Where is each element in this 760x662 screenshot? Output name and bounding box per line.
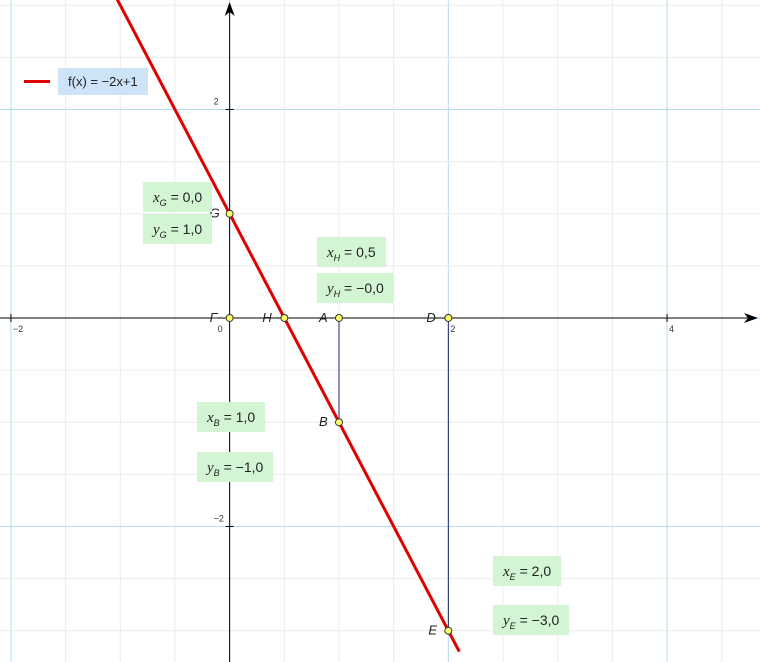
point-G[interactable]	[225, 209, 234, 218]
point-D[interactable]	[444, 313, 453, 322]
x-tick-label: 2	[450, 324, 455, 334]
legend-label[interactable]: f(x) = −2x+1	[58, 67, 148, 95]
point-label-E: E	[428, 623, 437, 638]
point-label-F: F	[210, 310, 219, 325]
legend-line-swatch	[24, 79, 50, 83]
x-tick-label: −2	[13, 324, 23, 334]
legend: f(x) = −2x+1	[24, 67, 148, 95]
x-tick-label: 4	[669, 324, 674, 334]
point-label-D: D	[426, 310, 435, 325]
point-label-B: B	[319, 414, 328, 429]
y-tick-label: 2	[214, 96, 219, 106]
annotation-xE[interactable]: xE = 2,0	[493, 556, 562, 586]
point-A[interactable]	[334, 313, 343, 322]
point-label-H: H	[262, 310, 272, 325]
point-H[interactable]	[280, 313, 289, 322]
annotation-xB[interactable]: xB = 1,0	[197, 402, 266, 432]
point-F[interactable]	[225, 313, 234, 322]
annotation-xH[interactable]: xH = 0,5	[317, 237, 386, 267]
annotation-yB[interactable]: yB = −1,0	[197, 452, 274, 482]
annotation-yH[interactable]: yH = −0,0	[317, 273, 394, 303]
y-tick-label: −2	[214, 513, 224, 523]
point-label-A: A	[318, 310, 328, 325]
annotation-xG[interactable]: xG = 0,0	[143, 182, 213, 212]
annotation-yE[interactable]: yE = −3,0	[493, 605, 570, 635]
point-E[interactable]	[444, 626, 453, 635]
annotation-yG[interactable]: yG = 1,0	[143, 214, 213, 244]
x-tick-label: 0	[218, 324, 223, 334]
coordinate-plot: −2 0 2 42−2GF H A DBE	[0, 0, 760, 662]
point-B[interactable]	[334, 418, 343, 427]
